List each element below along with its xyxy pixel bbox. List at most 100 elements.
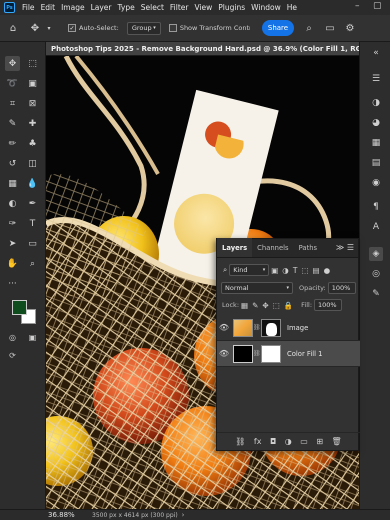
layer-effects-icon[interactable]: fx	[254, 437, 262, 446]
menu-filter[interactable]: Filter	[167, 3, 192, 12]
link-layers-icon[interactable]: ⛓	[235, 437, 245, 446]
object-selection-tool-icon[interactable]: ▣	[25, 76, 40, 91]
character-icon[interactable]: A	[369, 220, 383, 234]
layers-panel: Layers Channels Paths ≫ ☰ ⌕ Kind ▾ ▣ ◑ T…	[216, 238, 360, 451]
delete-layer-icon[interactable]: 🗑	[332, 437, 342, 446]
lock-pixels-icon[interactable]: ✎	[252, 301, 258, 310]
new-layer-icon[interactable]: ⊞	[316, 437, 323, 446]
dodge-tool-icon[interactable]: ◐	[5, 196, 20, 211]
zoom-tool-icon[interactable]: ⌕	[25, 256, 40, 271]
move-tool-icon[interactable]: ✥	[5, 56, 20, 71]
smart-object-filter-icon[interactable]: ▤	[313, 266, 320, 275]
layer-row-color-fill[interactable]: 👁 ⛓ Color Fill 1	[217, 341, 360, 367]
filter-kind-dropdown[interactable]: Kind ▾	[229, 264, 270, 276]
filter-toggle-icon[interactable]: ●	[324, 266, 331, 275]
maximize-icon[interactable]: ▢	[373, 1, 382, 11]
rectangle-tool-icon[interactable]: ▭	[25, 236, 40, 251]
auto-select-checkbox[interactable]: ✓	[68, 24, 76, 32]
visibility-eye-icon[interactable]: 👁	[217, 323, 231, 332]
history-brush-tool-icon[interactable]: ↺	[5, 156, 20, 171]
swatches-icon[interactable]: ▦	[369, 136, 383, 150]
pen-tool-icon[interactable]: ✒	[25, 196, 40, 211]
marquee-tool-icon[interactable]: ⬚	[25, 56, 40, 71]
tab-layers[interactable]: Layers	[217, 238, 253, 257]
move-tool-icon[interactable]: ✥	[28, 23, 42, 34]
properties-icon[interactable]: ☰	[369, 72, 383, 86]
layer-mask-thumbnail[interactable]	[261, 344, 281, 363]
minimize-icon[interactable]: –	[355, 1, 360, 11]
libraries-icon[interactable]: ▤	[369, 156, 383, 170]
chevron-down-icon[interactable]: ▾	[42, 25, 56, 32]
menu-window[interactable]: Window	[248, 3, 284, 12]
channels-icon[interactable]: ◎	[369, 267, 383, 281]
settings-icon[interactable]: ⚙	[343, 23, 357, 34]
type-tool-icon[interactable]: T	[25, 216, 40, 231]
menu-select[interactable]: Select	[138, 3, 167, 12]
home-icon[interactable]: ⌂	[6, 23, 20, 34]
type-filter-icon[interactable]: T	[293, 266, 298, 275]
menu-type[interactable]: Type	[115, 3, 138, 12]
tab-channels[interactable]: Channels	[252, 238, 293, 257]
menu-layer[interactable]: Layer	[88, 3, 115, 12]
lock-all-icon[interactable]: 🔒	[284, 301, 293, 310]
lock-artboard-icon[interactable]: ⬚	[273, 301, 280, 310]
layer-row-image[interactable]: 👁 ⛓ Image	[217, 315, 360, 341]
brush-tool-icon[interactable]: ✏	[5, 136, 20, 151]
new-group-icon[interactable]: ▭	[300, 437, 308, 446]
share-button[interactable]: Share	[262, 20, 294, 36]
collapse-panels-icon[interactable]: «	[369, 46, 383, 60]
more-tools-icon[interactable]: ···	[5, 276, 20, 291]
search-icon[interactable]: ⌕	[302, 23, 316, 34]
crop-tool-icon[interactable]: ⌗	[5, 96, 20, 111]
fill-field[interactable]: 100%	[314, 299, 343, 311]
styles-icon[interactable]: ◉	[369, 176, 383, 190]
blend-mode-dropdown[interactable]: Normal ▾	[221, 282, 293, 294]
menu-plugins[interactable]: Plugins	[215, 3, 248, 12]
menu-view[interactable]: View	[191, 3, 215, 12]
hand-tool-icon[interactable]: ✋	[5, 256, 20, 271]
paths-icon[interactable]: ✎	[369, 287, 383, 301]
eraser-tool-icon[interactable]: ◫	[25, 156, 40, 171]
lock-position-icon[interactable]: ✥	[262, 301, 268, 310]
edit-toolbar-icon[interactable]: ⟳	[5, 348, 20, 363]
adjustments-icon[interactable]: ◑	[369, 96, 383, 110]
document-tab[interactable]: Photoshop Tips 2025 - Remove Background …	[46, 42, 359, 56]
add-mask-icon[interactable]: ◘	[270, 437, 276, 446]
freeform-pen-tool-icon[interactable]: ✑	[5, 216, 20, 231]
color-icon[interactable]: ◕	[369, 116, 383, 130]
menu-help[interactable]: He	[284, 3, 300, 12]
path-selection-tool-icon[interactable]: ➤	[5, 236, 20, 251]
new-adjustment-icon[interactable]: ◑	[285, 437, 292, 446]
chevron-right-icon[interactable]: ›	[182, 511, 185, 519]
auto-select-dropdown[interactable]: Group ▾	[126, 21, 161, 35]
menu-edit[interactable]: Edit	[38, 3, 59, 12]
layer-filter-row: ⌕ Kind ▾ ▣ ◑ T ⬚ ▤ ●	[217, 264, 360, 276]
workspace-icon[interactable]: ▭	[323, 23, 337, 34]
layers-icon[interactable]: ◈	[369, 247, 383, 261]
show-transform-checkbox[interactable]	[168, 24, 177, 32]
eyedropper-tool-icon[interactable]: ✎	[5, 116, 20, 131]
adjustment-filter-icon[interactable]: ◑	[282, 266, 289, 275]
panel-menu-icon[interactable]: ≫ ☰	[336, 243, 354, 252]
gradient-tool-icon[interactable]: ▦	[5, 176, 20, 191]
paragraph-icon[interactable]: ¶	[369, 200, 383, 214]
blur-tool-icon[interactable]: 💧	[25, 176, 40, 191]
opacity-field[interactable]: 100%	[327, 282, 356, 294]
frame-tool-icon[interactable]: ⊠	[25, 96, 40, 111]
healing-brush-tool-icon[interactable]: ✚	[25, 116, 40, 131]
zoom-level[interactable]: 36.88%	[48, 511, 86, 519]
layer-mask-thumbnail[interactable]	[261, 318, 281, 337]
pixel-filter-icon[interactable]: ▣	[271, 266, 278, 275]
menu-image[interactable]: Image	[58, 3, 88, 12]
photoshop-logo-icon[interactable]: Ps	[4, 2, 15, 13]
menu-file[interactable]: File	[19, 3, 38, 12]
foreground-color-swatch[interactable]	[12, 300, 27, 315]
visibility-eye-icon[interactable]: 👁	[217, 349, 231, 358]
lasso-tool-icon[interactable]: ➰	[5, 76, 20, 91]
lock-transparent-icon[interactable]: ▦	[241, 301, 248, 310]
clone-stamp-tool-icon[interactable]: ♣	[25, 136, 40, 151]
quick-mask-icon[interactable]: ◎	[5, 330, 20, 345]
shape-filter-icon[interactable]: ⬚	[301, 266, 308, 275]
screen-mode-icon[interactable]: ▣	[25, 330, 40, 345]
tab-paths[interactable]: Paths	[294, 238, 322, 257]
